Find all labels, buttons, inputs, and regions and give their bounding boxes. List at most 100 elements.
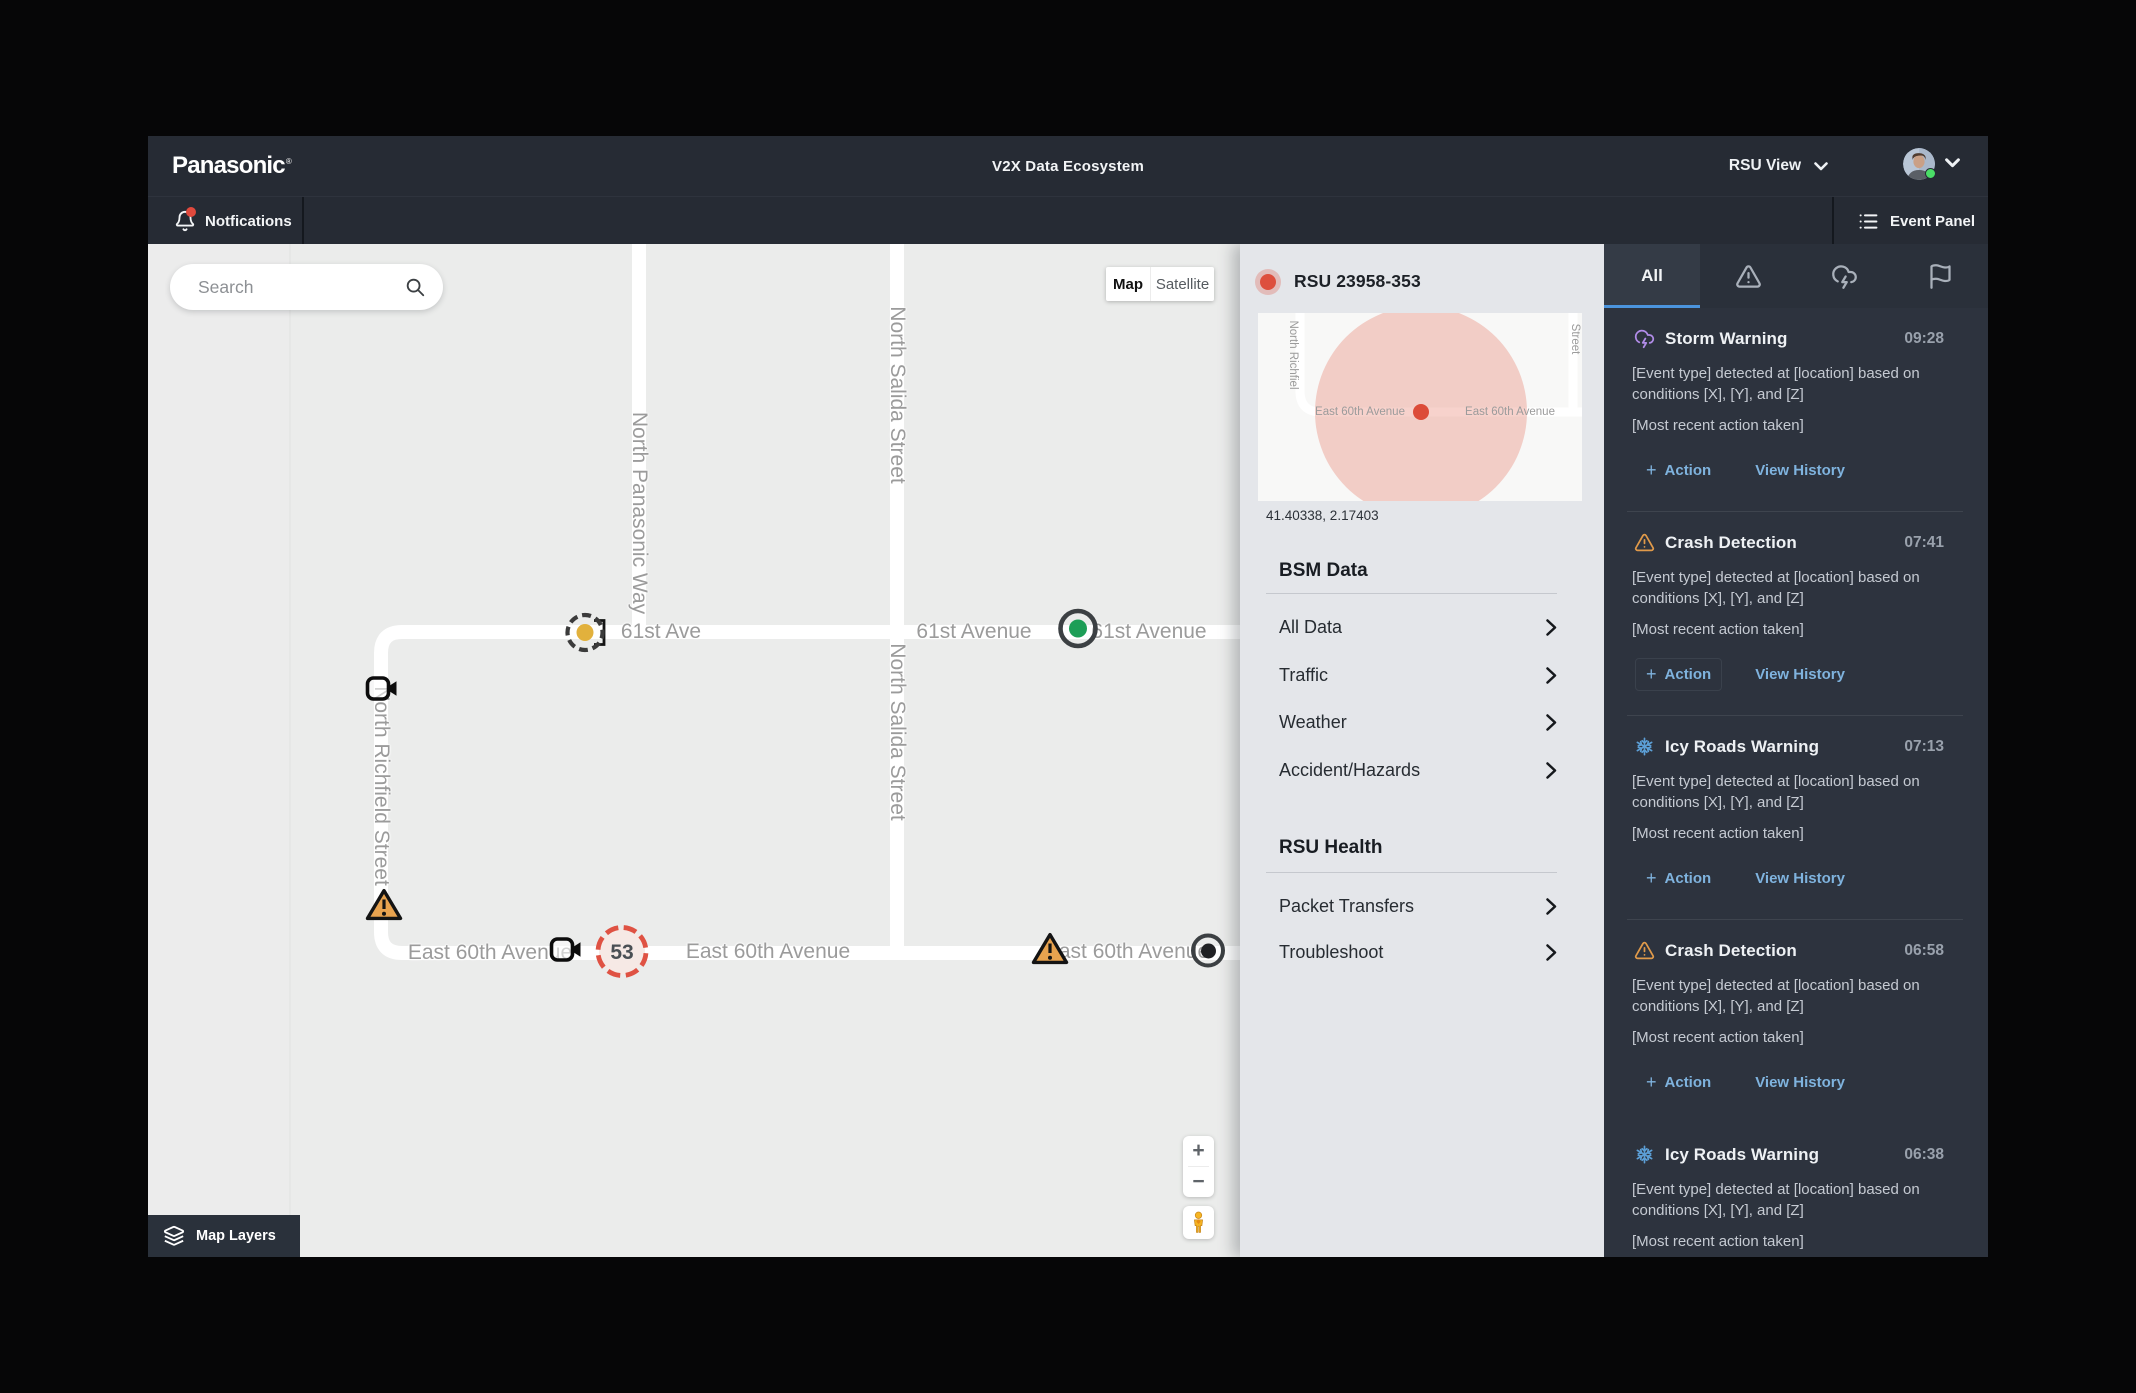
list-item-all-data[interactable]: All Data (1279, 614, 1557, 640)
list-item-packet-transfers[interactable]: Packet Transfers (1279, 893, 1557, 919)
rsu-marker[interactable] (1185, 928, 1231, 979)
event-recent-action: [Most recent action taken] (1632, 825, 1804, 842)
street-label: 61st Avenue (916, 620, 1031, 644)
event-description: [Event type] detected at [location] base… (1632, 771, 1944, 813)
top-bar: Panasonic® V2X Data Ecosystem RSU View (148, 136, 1988, 196)
layers-icon (163, 1225, 185, 1247)
camera-marker[interactable] (366, 676, 399, 706)
street-label: North Panasonic Way (627, 412, 651, 614)
section-rule (1266, 593, 1557, 594)
action-button[interactable]: +Action (1645, 1066, 1722, 1099)
list-item-label: Accident/Hazards (1279, 760, 1420, 781)
view-selector-label: RSU View (1729, 157, 1801, 175)
event-description: [Event type] detected at [location] base… (1632, 363, 1944, 405)
list-item-traffic[interactable]: Traffic (1279, 662, 1557, 688)
map-canvas[interactable]: North Salida StreetNorth Panasonic WayNo… (148, 244, 1240, 1257)
pegman-icon (1192, 1211, 1205, 1234)
map-search-box (170, 264, 443, 310)
event-time: 07:13 (1904, 738, 1944, 756)
event-recent-action: [Most recent action taken] (1632, 1029, 1804, 1046)
view-history-link[interactable]: View History (1755, 870, 1845, 887)
view-history-link[interactable]: View History (1755, 666, 1845, 683)
view-history-link[interactable]: View History (1755, 1074, 1845, 1091)
event-panel-label: Event Panel (1890, 213, 1975, 230)
map-roads (148, 244, 1240, 1257)
event-title: Icy Roads Warning (1665, 737, 1819, 757)
event-actions: +Action View History (1645, 862, 1845, 895)
camera-marker[interactable] (550, 937, 583, 967)
map-type-satellite-button[interactable]: Satellite (1150, 267, 1214, 301)
app-window: Panasonic® V2X Data Ecosystem RSU View (148, 136, 1988, 1257)
hazard-marker[interactable] (1032, 932, 1069, 970)
map-type-map-button[interactable]: Map (1106, 267, 1150, 301)
event-recent-action: [Most recent action taken] (1632, 417, 1804, 434)
list-item-label: All Data (1279, 617, 1342, 638)
event-list: Storm Warning 09:28 [Event type] detecte… (1604, 308, 1988, 1257)
event-panel-toggle[interactable]: Event Panel (1858, 197, 1975, 245)
rsu-detail-panel: RSU 23958-353 East 60th Avenue East 60th… (1240, 244, 1604, 1257)
event-actions: +Action View History (1645, 454, 1845, 487)
map-layers-button[interactable]: Map Layers (148, 1215, 300, 1257)
event-recent-action: [Most recent action taken] (1632, 1233, 1804, 1250)
list-icon (1858, 211, 1879, 232)
event-title: Icy Roads Warning (1665, 1145, 1819, 1165)
list-item-label: Traffic (1279, 665, 1328, 686)
minimap-road-label: East 60th Avenue (1465, 406, 1555, 418)
crash-event-icon (1634, 940, 1655, 961)
event-title: Crash Detection (1665, 941, 1797, 961)
plus-icon: + (1646, 869, 1657, 887)
street-label: 61st Avenue (1091, 620, 1206, 644)
icy-event-icon (1634, 1144, 1655, 1165)
action-button[interactable]: +Action (1645, 454, 1722, 487)
rsu-status-dot (1260, 274, 1276, 290)
speed-marker[interactable]: 53 (594, 924, 650, 985)
storm-cloud-icon (1831, 263, 1858, 290)
event-time: 06:38 (1904, 1146, 1944, 1164)
action-button[interactable]: +Action (1635, 658, 1722, 691)
event-item: Crash Detection 07:41 [Event type] detec… (1604, 512, 1988, 716)
page-title: V2X Data Ecosystem (148, 136, 1988, 196)
event-recent-action: [Most recent action taken] (1632, 621, 1804, 638)
list-item-label: Packet Transfers (1279, 896, 1414, 917)
list-item-troubleshoot[interactable]: Troubleshoot (1279, 939, 1557, 965)
event-time: 09:28 (1904, 330, 1944, 348)
search-input[interactable] (198, 264, 398, 310)
street-view-pegman-button[interactable] (1183, 1206, 1214, 1239)
map-type-control: Map Satellite (1106, 267, 1214, 301)
rsu-minimap[interactable]: East 60th Avenue East 60th Avenue North … (1258, 313, 1582, 501)
list-item-weather[interactable]: Weather (1279, 709, 1557, 735)
tab-storm-cloud[interactable] (1796, 244, 1892, 308)
rsu-marker-selected-yellow[interactable] (556, 604, 614, 667)
svg-text:53: 53 (610, 941, 633, 964)
list-item-accident-hazards[interactable]: Accident/Hazards (1279, 757, 1557, 783)
plus-icon: + (1646, 1073, 1657, 1091)
minimap-street-label: Street (1569, 324, 1581, 355)
user-avatar[interactable] (1903, 148, 1935, 180)
minimap-street-label: North Richfiel (1287, 320, 1299, 389)
tab-flag[interactable] (1892, 244, 1988, 308)
online-status-dot (1925, 168, 1936, 179)
tab-alert-triangle[interactable] (1700, 244, 1796, 308)
notification-badge (186, 207, 196, 217)
notifications-label: Notfications (205, 213, 292, 230)
notifications-button[interactable]: Notfications (174, 197, 292, 245)
view-history-link[interactable]: View History (1755, 462, 1845, 479)
section-rule (1266, 872, 1557, 873)
event-tabs: All (1604, 244, 1988, 308)
rsu-marker[interactable] (1055, 606, 1101, 657)
alert-triangle-icon (1735, 263, 1762, 290)
zoom-out-button[interactable]: − (1183, 1167, 1214, 1197)
view-selector-dropdown[interactable]: RSU View (1729, 136, 1828, 196)
event-item: Icy Roads Warning 07:13 [Event type] det… (1604, 716, 1988, 920)
avatar-chevron-down-icon[interactable] (1945, 158, 1960, 168)
search-icon[interactable] (404, 276, 426, 298)
chevron-right-icon (1546, 762, 1557, 779)
rsu-header: RSU 23958-353 (1260, 271, 1421, 292)
chevron-right-icon (1546, 619, 1557, 636)
zoom-in-button[interactable]: + (1183, 1136, 1214, 1166)
tab-all[interactable]: All (1604, 244, 1700, 308)
action-button[interactable]: +Action (1645, 862, 1722, 895)
event-description: [Event type] detected at [location] base… (1632, 975, 1944, 1017)
hazard-marker[interactable] (366, 888, 403, 926)
chevron-right-icon (1546, 944, 1557, 961)
